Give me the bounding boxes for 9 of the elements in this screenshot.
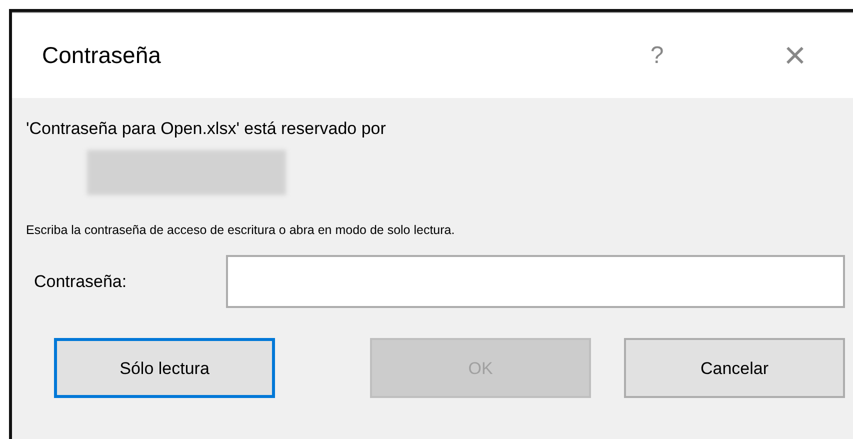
close-button[interactable]: × — [765, 36, 825, 74]
help-button[interactable]: ? — [627, 38, 687, 74]
password-field[interactable] — [226, 255, 845, 308]
instruction-text: Escriba la contraseña de acceso de escritura o abra en modo de solo lectura. — [26, 222, 456, 238]
dialog-button[interactable]: Sólo lectura — [54, 338, 276, 398]
dialog-button[interactable]: Cancelar — [624, 338, 845, 398]
message-text: 'Contraseña para Open.xlsx' está reservado por — [26, 118, 387, 140]
field-label: Contraseña: — [33, 271, 128, 293]
window-title: Contraseña — [42, 41, 162, 70]
